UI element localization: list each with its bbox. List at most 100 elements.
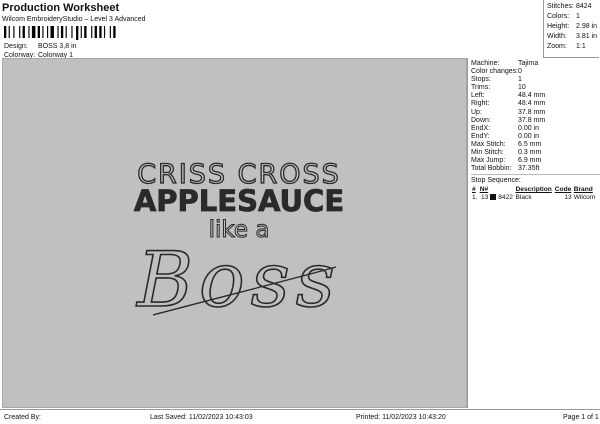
production-worksheet: Production Worksheet Wilcom EmbroiderySt… <box>0 0 600 424</box>
barcode-bar <box>8 26 10 38</box>
page-number: Page 1 of 1 <box>563 414 599 421</box>
info-row: Min Stitch: 0.3 mm <box>471 149 600 157</box>
info-label: Trims: <box>471 84 491 92</box>
design-row: Design: BOSS 3,8 in <box>4 42 77 51</box>
thread-color-swatch <box>490 194 497 201</box>
design-value: BOSS 3,8 in <box>38 43 77 50</box>
barcode-bar <box>4 26 7 38</box>
info-label: Left: <box>471 92 485 100</box>
design-preview[interactable]: CRISS CROSS APPLESAUCE like a Boss <box>2 58 467 408</box>
info-row: Total Bobbin: 37.35ft <box>471 165 600 173</box>
info-row: Machine: Tajima <box>471 60 600 68</box>
info-value: 48.4 mm <box>518 92 546 100</box>
last-saved: Last Saved: 11/02/2023 10:43:03 <box>150 414 253 421</box>
machine-info-panel: Machine: Tajima Color changes:0 Stops: 1 T… <box>467 58 600 408</box>
info-label: Max Stitch: <box>471 140 506 148</box>
table-row: 1. 13 8422 Black 13 Wilcom <box>471 194 597 202</box>
row-description: Black <box>515 194 532 202</box>
design-text-applesauce: APPLESAUCE <box>134 184 344 218</box>
row-needle: 13 <box>481 194 489 202</box>
worksheet-footer: Created By: Last Saved: 11/02/2023 10:43… <box>0 409 600 424</box>
info-label: Up: <box>471 108 482 116</box>
barcode-bar <box>71 26 73 38</box>
info-value: 0.00 in <box>518 124 540 132</box>
summary-value: 1 <box>576 13 580 20</box>
software-name: Wilcom EmbroideryStudio – Level 3 Advanc… <box>2 16 146 23</box>
info-value: 37.8 mm <box>518 108 546 116</box>
barcode-bar <box>19 26 21 38</box>
info-row: EndX: 0.00 in <box>471 125 600 133</box>
info-value: 37.8 mm <box>518 116 546 124</box>
barcode-bar <box>113 26 116 38</box>
info-label: Color changes: <box>471 68 519 76</box>
info-row: Up: 37.8 mm <box>471 109 600 117</box>
info-value: 0.00 in <box>518 132 540 140</box>
barcode-bar <box>13 26 15 38</box>
summary-row: Zoom: 1:1 <box>547 42 599 52</box>
design-label: Design: <box>4 43 28 50</box>
row-stitches-cell: 8422 <box>489 194 514 202</box>
info-row: Down: 37.8 mm <box>471 117 600 125</box>
info-value: 6.9 mm <box>518 157 542 165</box>
summary-row: Colors: 1 <box>547 12 599 22</box>
info-label: EndX: <box>471 124 491 132</box>
barcode-bar <box>31 26 36 38</box>
barcode-bar <box>37 26 40 38</box>
worksheet-title: Production Worksheet <box>2 2 120 14</box>
barcode-bar <box>94 26 97 38</box>
barcode-bar <box>91 26 93 38</box>
info-value: 37.35ft <box>518 165 540 173</box>
stop-sequence-table: # N# Description Code Brand 1. 13 8422 B… <box>471 186 597 202</box>
stop-sequence-title: Stop Sequence: <box>471 174 600 185</box>
summary-label: Colors: <box>547 13 570 20</box>
info-row: Left: 48.4 mm <box>471 92 600 100</box>
row-brand: Wilcom <box>573 194 596 202</box>
barcode-bar <box>42 26 44 38</box>
barcode-bar <box>57 26 59 38</box>
info-row: Trims: 10 <box>471 84 600 92</box>
info-row: Max Stitch: 6.5 mm <box>471 141 600 149</box>
col-stitches <box>489 186 514 194</box>
info-label: EndY: <box>471 132 490 140</box>
barcode-bar <box>76 26 79 40</box>
info-value: 1 <box>518 76 522 84</box>
info-label: Right: <box>471 100 490 108</box>
info-value: 48.4 mm <box>518 100 546 108</box>
summary-value: 1:1 <box>576 43 586 50</box>
info-value: 6.5 mm <box>518 140 542 148</box>
info-label: Stops: <box>471 76 491 84</box>
stop-sequence-header: # N# Description Code Brand <box>471 186 597 194</box>
col-needle: N# <box>479 186 489 194</box>
barcode-bar <box>109 26 111 38</box>
info-label: Total Bobbin: <box>471 165 512 173</box>
col-index: # <box>472 186 476 194</box>
summary-label: Stitches: <box>547 3 574 10</box>
design-text-boss: Boss <box>135 235 341 324</box>
info-row: Stops: 1 <box>471 76 600 84</box>
created-by: Created By: <box>4 414 41 421</box>
info-label: Max Jump: <box>471 157 506 165</box>
col-brand: Brand <box>573 186 593 194</box>
info-value: 0.3 mm <box>518 149 542 157</box>
barcode-bar <box>22 26 25 38</box>
col-description: Description <box>515 186 552 194</box>
worksheet-header: Production Worksheet Wilcom EmbroiderySt… <box>2 2 542 59</box>
barcode-bar <box>50 26 54 38</box>
summary-value: 2.98 in <box>576 23 598 30</box>
barcode-bar <box>103 26 106 38</box>
barcode-image <box>4 26 116 40</box>
row-index: 1. <box>472 194 478 202</box>
summary-row: Stitches: 8424 <box>547 2 599 12</box>
info-row: Color changes:0 <box>471 68 600 76</box>
summary-label: Zoom: <box>547 43 567 50</box>
barcode-bar <box>80 26 82 38</box>
summary-label: Width: <box>547 33 567 40</box>
summary-row: Height: 2.98 in <box>547 22 599 32</box>
col-code: Code <box>554 186 572 194</box>
barcode-bar <box>47 26 49 38</box>
barcode-bar <box>65 26 67 38</box>
barcode-bar <box>99 26 102 38</box>
summary-value: 3.81 in <box>576 33 598 40</box>
summary-value: 8424 <box>576 3 592 10</box>
summary-row: Width: 3.81 in <box>547 32 599 42</box>
